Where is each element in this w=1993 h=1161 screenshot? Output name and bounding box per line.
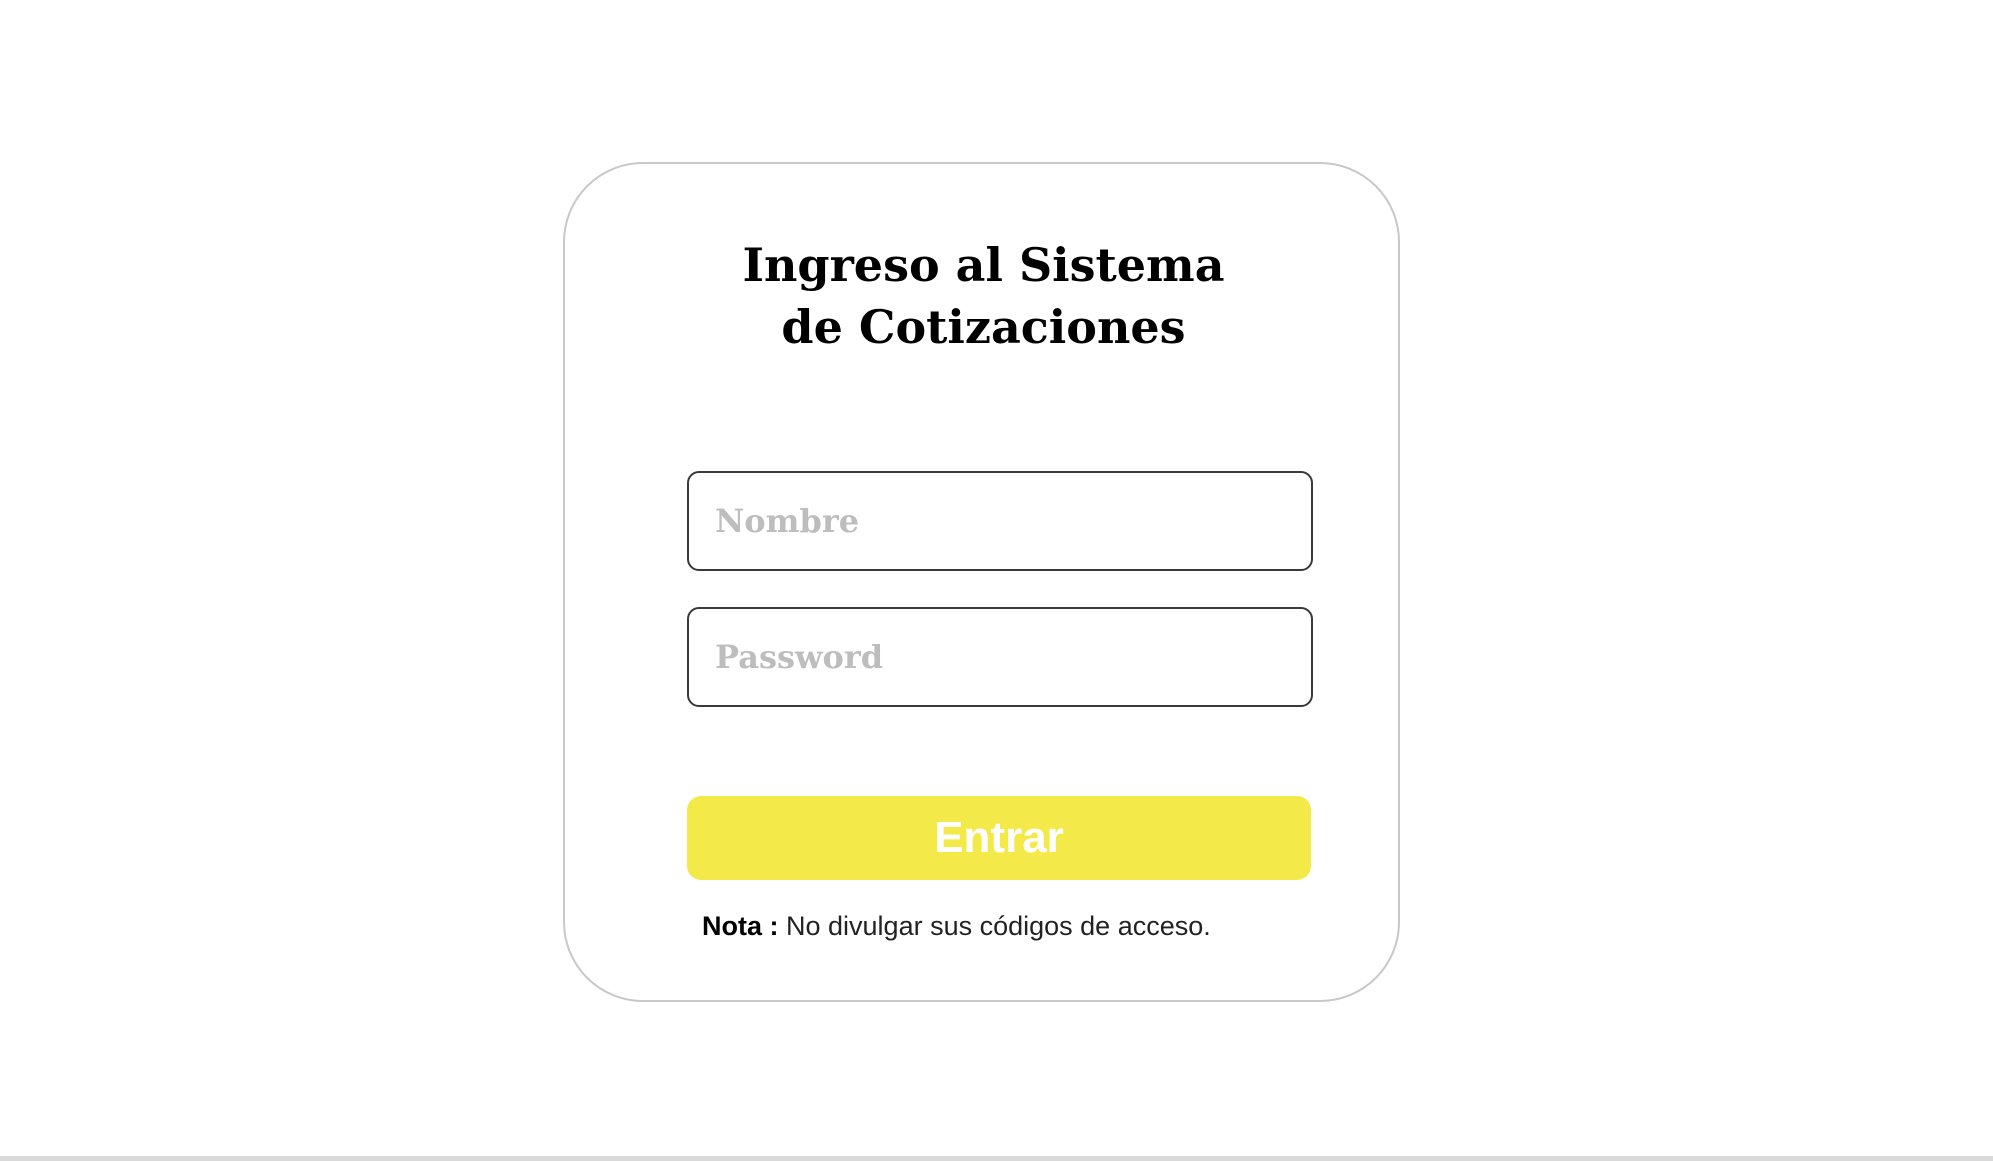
access-note: Nota : No divulgar sus códigos de acceso… — [702, 911, 1211, 942]
page: Ingreso al Sistema de Cotizaciones Entra… — [0, 0, 1993, 1161]
note-label: Nota : — [702, 911, 779, 941]
title-line-2: de Cotizaciones — [565, 296, 1402, 358]
title-line-1: Ingreso al Sistema — [565, 234, 1402, 296]
submit-button[interactable]: Entrar — [687, 796, 1311, 880]
password-field[interactable] — [687, 607, 1313, 707]
username-field[interactable] — [687, 471, 1313, 571]
note-text: No divulgar sus códigos de acceso. — [779, 911, 1211, 941]
page-title: Ingreso al Sistema de Cotizaciones — [565, 234, 1402, 358]
login-card: Ingreso al Sistema de Cotizaciones Entra… — [563, 162, 1400, 1002]
bottom-divider — [0, 1156, 1993, 1161]
